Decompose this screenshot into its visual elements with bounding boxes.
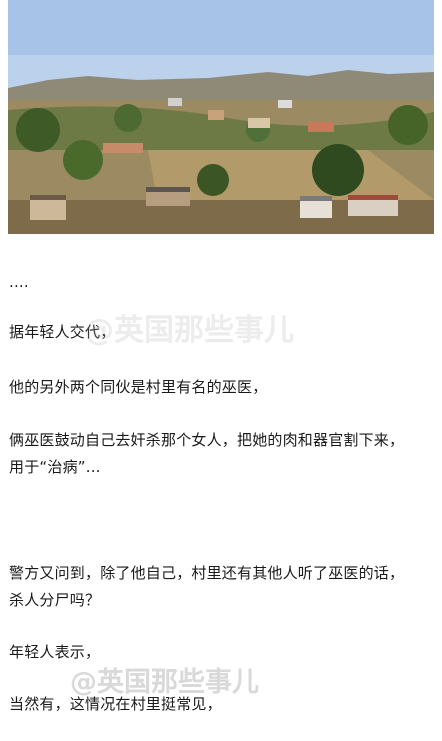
paragraph-4-line-1: 警方又问到，除了他自己，村里还有其他人听了巫医的话， [9, 564, 405, 582]
paragraph-6: 当然有，这情况在村里挺常见， [9, 695, 222, 713]
paragraph-3-line-2: 用于“治病”... [9, 458, 101, 476]
paragraph-4-line-2: 杀人分尸吗？ [9, 591, 101, 609]
paragraph-1: 据年轻人交代， [9, 323, 116, 341]
paragraph-5: 年轻人表示， [9, 643, 101, 661]
paragraph-3-line-1: 俩巫医鼓动自己去奸杀那个女人，把她的肉和器官割下来， [9, 431, 405, 449]
paragraph-2: 他的另外两个同伙是村里有名的巫医， [9, 378, 268, 396]
watermark-top: @英国那些事儿 [84, 313, 294, 348]
village-landscape-photo [8, 0, 434, 234]
ellipsis-text: .... [9, 273, 29, 291]
